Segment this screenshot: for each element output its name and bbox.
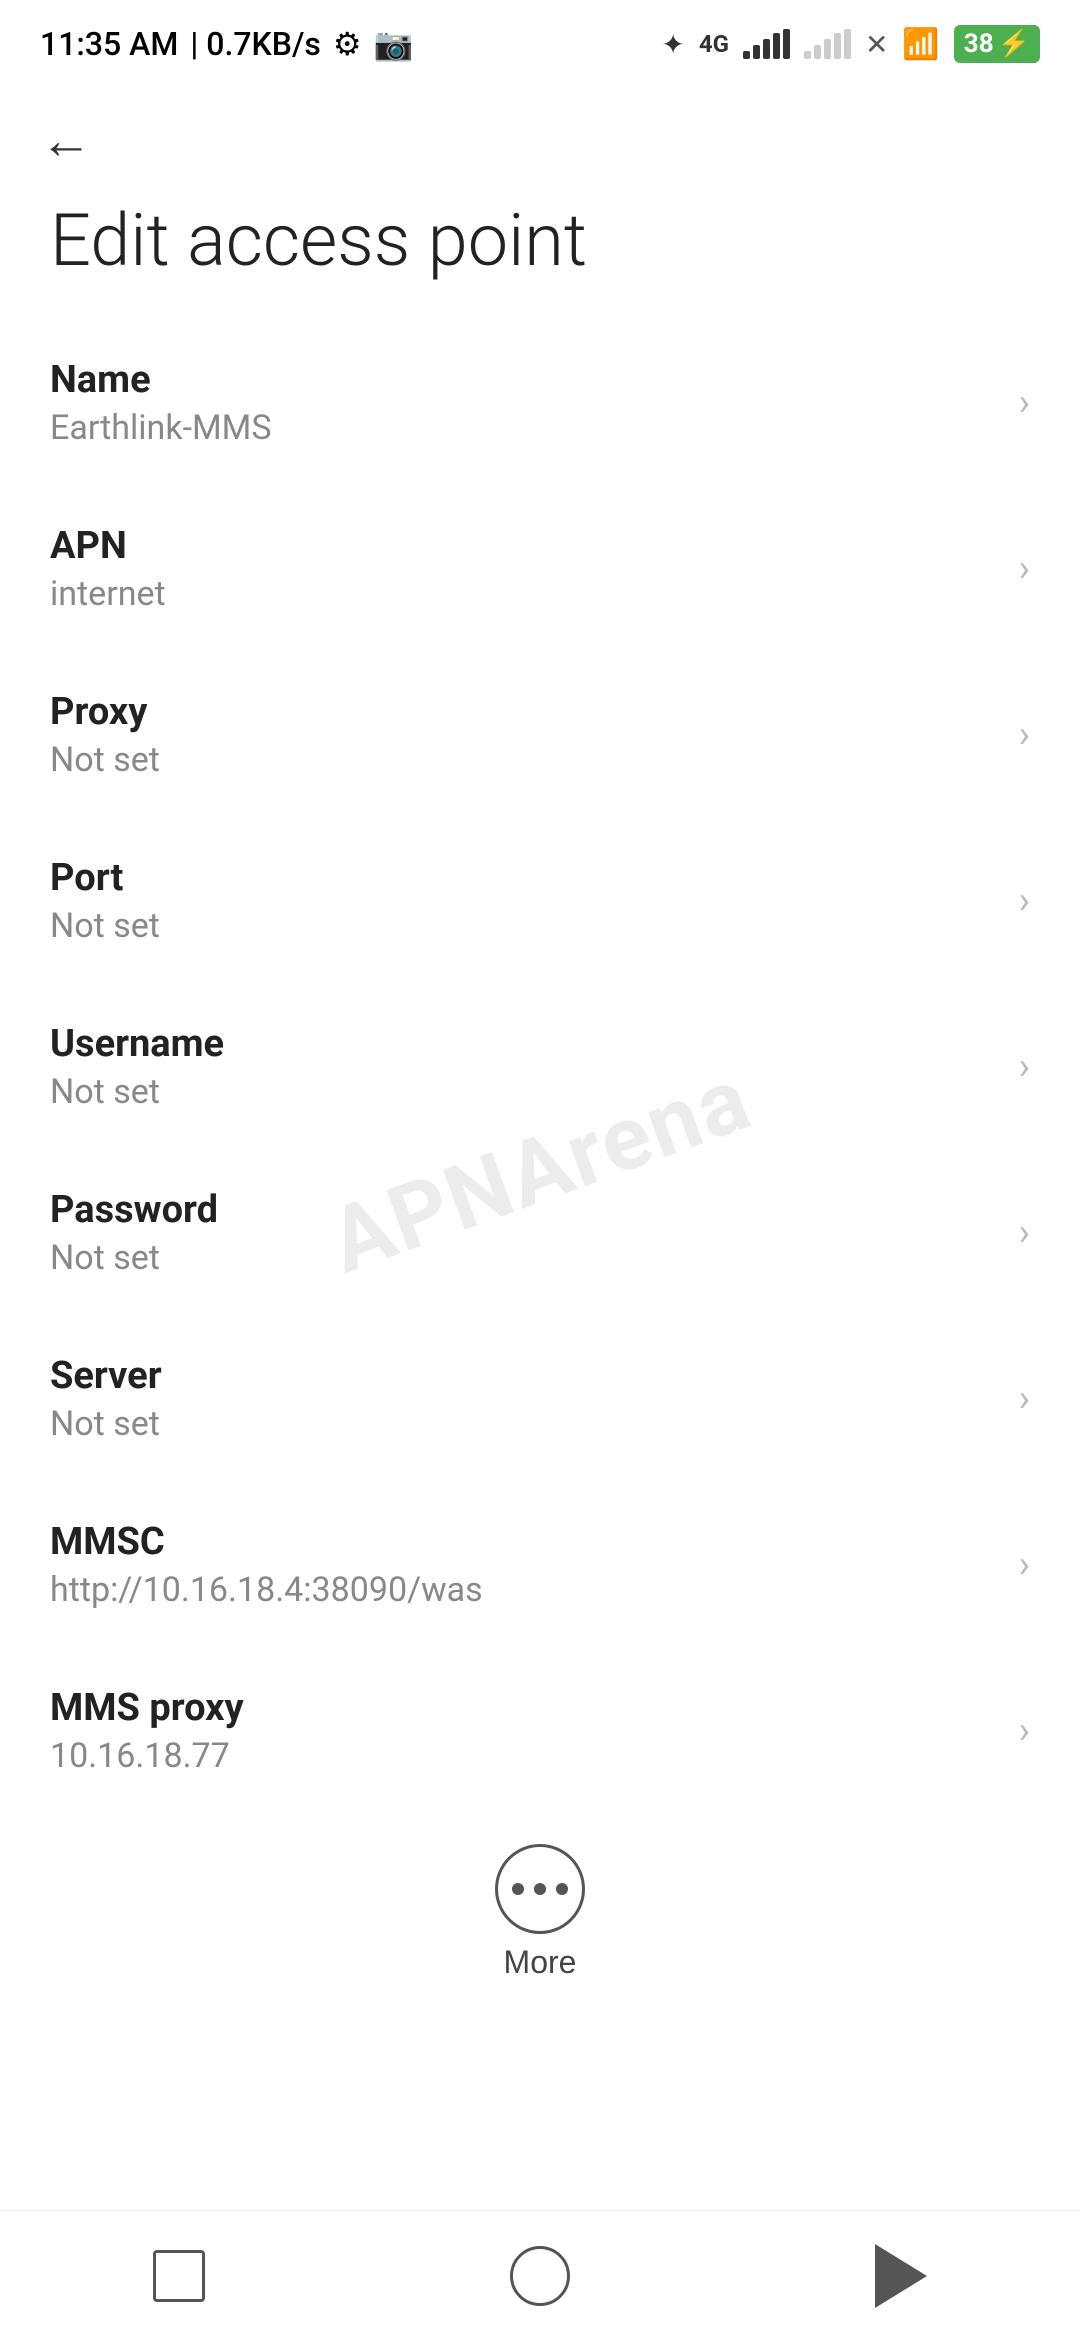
battery-symbol: ⚡ [998,29,1030,59]
signal-4g-icon: 4G [699,30,729,58]
nav-back-button[interactable] [875,2244,927,2308]
wifi-icon: 📶 [902,27,939,62]
settings-item-mms-proxy[interactable]: MMS proxy 10.16.18.77 › [0,1648,1080,1814]
chevron-icon-proxy: › [1019,713,1030,757]
status-left: 11:35 AM | 0.7KB/s ⚙ 📷 [40,25,413,63]
item-value-mms-proxy: 10.16.18.77 [50,1736,999,1776]
more-button[interactable]: More [495,1844,585,1981]
camera-icon: 📷 [374,25,414,63]
item-value-proxy: Not set [50,740,999,780]
back-arrow-icon[interactable]: ← [40,110,92,171]
nav-bar [0,2210,1080,2340]
item-label-proxy: Proxy [50,690,999,734]
item-label-username: Username [50,1022,999,1066]
item-label-name: Name [50,358,999,402]
settings-list: Name Earthlink-MMS › APN internet › Prox… [0,320,1080,1814]
item-value-name: Earthlink-MMS [50,408,999,448]
item-label-mmsc: MMSC [50,1520,999,1564]
settings-item-name[interactable]: Name Earthlink-MMS › [0,320,1080,486]
item-value-username: Not set [50,1072,999,1112]
settings-item-password[interactable]: Password Not set › [0,1150,1080,1316]
item-value-apn: internet [50,574,999,614]
back-button-container[interactable]: ← [0,80,1080,181]
settings-item-mmsc[interactable]: MMSC http://10.16.18.4:38090/was › [0,1482,1080,1648]
no-signal-icon: ✕ [865,28,888,61]
settings-item-proxy[interactable]: Proxy Not set › [0,652,1080,818]
chevron-icon-password: › [1019,1211,1030,1255]
more-circle-icon [495,1844,585,1934]
item-value-password: Not set [50,1238,999,1278]
battery-level: 38 [964,29,994,59]
settings-item-server[interactable]: Server Not set › [0,1316,1080,1482]
item-label-apn: APN [50,524,999,568]
time-display: 11:35 AM [40,25,178,63]
chevron-icon-mmsc: › [1019,1543,1030,1587]
more-label: More [504,1944,577,1981]
more-dots-icon [512,1883,568,1895]
chevron-icon-server: › [1019,1377,1030,1421]
more-section: More [0,1814,1080,2011]
status-bar: 11:35 AM | 0.7KB/s ⚙ 📷 ✦ 4G ✕ 📶 38 ⚡ [0,0,1080,80]
status-right: ✦ 4G ✕ 📶 38 ⚡ [661,25,1040,63]
chevron-icon-username: › [1019,1045,1030,1089]
chevron-icon-name: › [1019,381,1030,425]
dot-1 [512,1883,524,1895]
page-title: Edit access point [0,181,1080,320]
nav-recents-button[interactable] [153,2250,205,2302]
item-label-mms-proxy: MMS proxy [50,1686,999,1730]
item-label-password: Password [50,1188,999,1232]
settings-item-apn[interactable]: APN internet › [0,486,1080,652]
dot-3 [556,1883,568,1895]
item-label-port: Port [50,856,999,900]
bluetooth-icon: ✦ [661,28,684,61]
settings-icon: ⚙ [333,25,362,63]
signal-bars-1 [743,29,790,59]
nav-home-button[interactable] [510,2246,570,2306]
chevron-icon-apn: › [1019,547,1030,591]
chevron-icon-mms-proxy: › [1019,1709,1030,1753]
settings-item-username[interactable]: Username Not set › [0,984,1080,1150]
item-label-server: Server [50,1354,999,1398]
chevron-icon-port: › [1019,879,1030,923]
signal-bars-2 [804,29,851,59]
item-value-mmsc: http://10.16.18.4:38090/was [50,1570,999,1610]
settings-item-port[interactable]: Port Not set › [0,818,1080,984]
item-value-server: Not set [50,1404,999,1444]
battery-indicator: 38 ⚡ [954,25,1040,63]
item-value-port: Not set [50,906,999,946]
dot-2 [534,1883,546,1895]
speed-display: | 0.7KB/s [190,25,321,63]
